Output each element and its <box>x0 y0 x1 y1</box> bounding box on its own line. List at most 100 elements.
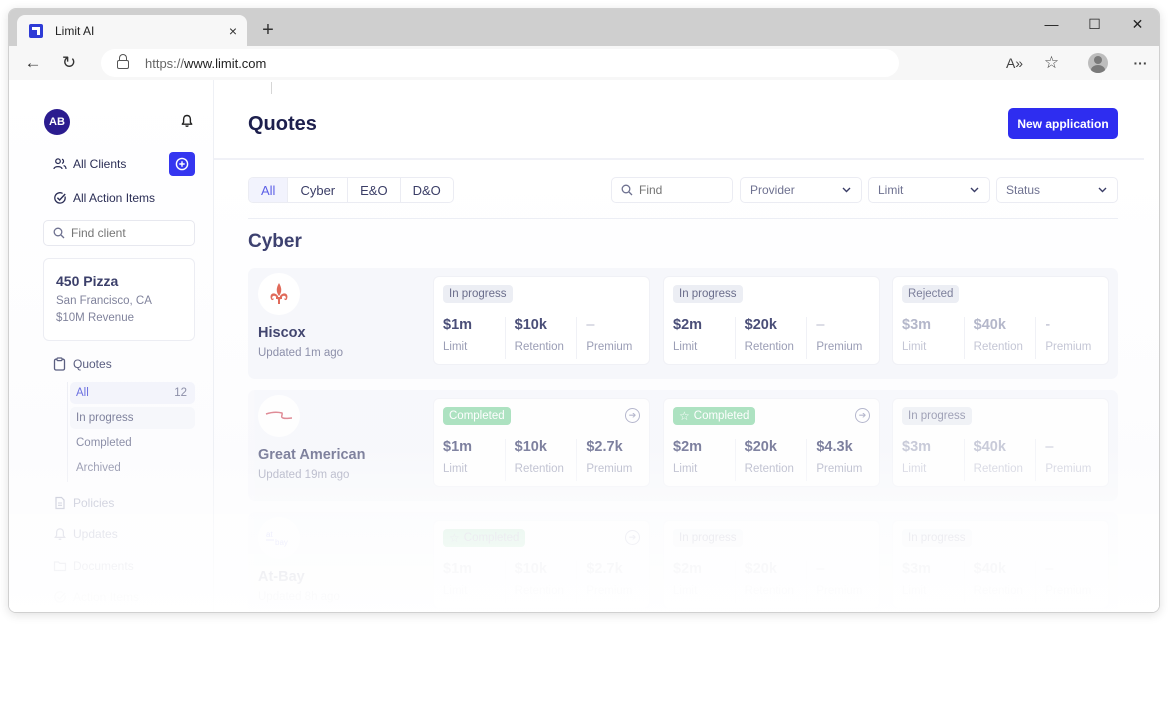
premium-label: Premium <box>1045 585 1092 597</box>
provider-name: Great American <box>258 447 366 463</box>
sidebar-item-updates[interactable]: Updates <box>53 527 118 541</box>
metric-limit: $1m Limit <box>434 439 506 481</box>
metric-retention: $40k Retention <box>965 439 1037 481</box>
limit-label: Limit <box>902 341 927 353</box>
header-divider <box>214 158 1144 160</box>
provider-dropdown-label: Provider <box>750 183 795 197</box>
back-button[interactable]: ← <box>15 53 51 73</box>
chevron-down-icon <box>842 187 851 193</box>
more-options-icon[interactable]: ··· <box>1122 55 1159 71</box>
subnav-item-all[interactable]: All 12 <box>70 382 195 404</box>
quote-card[interactable]: In progress $2m Limit $20k Retention – Premium <box>663 520 880 609</box>
action-items-label: Action Items <box>73 590 140 604</box>
url-field[interactable]: https://www.limit.com <box>101 49 899 77</box>
find-field[interactable] <box>611 177 733 203</box>
premium-label: Premium <box>816 341 863 353</box>
quote-card[interactable]: ☆ Completed ➔ $1m Limit $10k Retention $2.7k Pre… <box>433 520 650 609</box>
notifications-bell-icon[interactable] <box>181 114 193 128</box>
arrow-right-circle-icon[interactable]: ➔ <box>625 530 640 545</box>
bell-icon <box>54 528 66 540</box>
metric-limit: $2m Limit <box>664 317 736 359</box>
address-bar: ← ↻ https://www.limit.com A» ☆ ··· <box>9 46 1159 80</box>
read-aloud-icon[interactable]: A» <box>996 55 1033 71</box>
client-card[interactable]: 450 Pizza San Francisco, CA $10M Revenue <box>43 258 195 341</box>
favorite-star-icon[interactable]: ☆ <box>1033 53 1070 73</box>
quote-metrics: $1m Limit $10k Retention $2.7k Premium <box>434 439 649 481</box>
client-location: San Francisco, CA <box>56 295 152 307</box>
metric-retention: $20k Retention <box>736 439 808 481</box>
users-icon <box>53 158 67 170</box>
status-dropdown[interactable]: Status <box>996 177 1118 203</box>
reload-button[interactable]: ↻ <box>51 53 87 73</box>
at-bay-logo-icon: atbay <box>266 530 288 547</box>
retention-value: $20k <box>744 439 777 455</box>
quote-card[interactable]: Completed ➔ $1m Limit $10k Retention $2.7k Prem… <box>433 398 650 487</box>
provider-name: At-Bay <box>258 569 305 585</box>
tab-eo[interactable]: E&O <box>348 178 401 202</box>
provider-info: Hiscox Updated 1m ago <box>258 273 428 373</box>
close-tab-icon[interactable]: × <box>229 23 237 39</box>
tab-all[interactable]: All <box>249 178 289 202</box>
sidebar-item-quotes[interactable]: Quotes <box>53 357 112 371</box>
retention-value: $20k <box>744 561 777 577</box>
status-badge: ☆ Completed <box>673 407 756 425</box>
metric-retention: $10k Retention <box>506 439 578 481</box>
quote-card[interactable]: In progress $3m Limit $40k Retention – Premium <box>892 520 1109 609</box>
limit-value: $1m <box>443 439 473 455</box>
premium-label: Premium <box>1045 341 1092 353</box>
limit-label: Limit <box>673 463 698 475</box>
provider-info: Great American Updated 19m ago <box>258 395 428 495</box>
add-client-button[interactable] <box>169 152 195 176</box>
metric-premium: – Premium <box>807 561 879 603</box>
quote-card[interactable]: In progress $1m Limit $10k Retention – Premium <box>433 276 650 365</box>
retention-value: $10k <box>514 561 547 577</box>
subnav-item-archived[interactable]: Archived <box>70 457 195 479</box>
provider-updated: Updated 1m ago <box>258 347 344 359</box>
limit-dropdown[interactable]: Limit <box>868 177 990 203</box>
retention-label: Retention <box>973 341 1023 353</box>
quote-card[interactable]: ☆ Completed ➔ $2m Limit $20k Retention $4.3k Pre… <box>663 398 880 487</box>
arrow-right-circle-icon[interactable]: ➔ <box>625 408 640 423</box>
quote-card[interactable]: Rejected $3m Limit $40k Retention - Premium <box>892 276 1109 365</box>
limit-value: $2m <box>673 561 703 577</box>
window-controls: — ☐ ✕ <box>1030 9 1159 39</box>
limit-label: Limit <box>673 341 698 353</box>
quote-card[interactable]: In progress $3m Limit $40k Retention – Premium <box>892 398 1109 487</box>
find-client-input[interactable] <box>71 226 181 240</box>
provider-row[interactable]: at bay At-Bay Updated 8h ago ☆ Completed ➔ $1m L… <box>248 512 1118 612</box>
updates-label: Updates <box>73 527 118 541</box>
search-icon <box>621 184 633 196</box>
maximize-button[interactable]: ☐ <box>1073 16 1116 33</box>
sidebar-item-documents[interactable]: Documents <box>53 559 134 573</box>
close-window-button[interactable]: ✕ <box>1116 16 1159 33</box>
minimize-button[interactable]: — <box>1030 16 1073 32</box>
browser-tab[interactable]: Limit AI × <box>17 15 247 46</box>
subnav-item-completed[interactable]: Completed <box>70 432 195 454</box>
provider-row[interactable]: Hiscox Updated 1m ago In progress $1m Limit $… <box>248 268 1118 379</box>
limit-value: $1m <box>443 317 473 333</box>
user-avatar[interactable]: AB <box>44 109 70 135</box>
quote-card[interactable]: In progress $2m Limit $20k Retention – Premium <box>663 276 880 365</box>
new-application-button[interactable]: New application <box>1008 108 1118 139</box>
lock-icon <box>117 54 129 69</box>
provider-dropdown[interactable]: Provider <box>740 177 862 203</box>
provider-row[interactable]: Great American Updated 19m ago Completed ➔ $… <box>248 390 1118 501</box>
limit-label: Limit <box>443 341 468 353</box>
profile-avatar-icon[interactable] <box>1088 53 1108 73</box>
provider-logo <box>258 395 300 437</box>
subnav-item-in-progress[interactable]: In progress <box>70 407 195 429</box>
quote-metrics: $2m Limit $20k Retention $4.3k Premium <box>664 439 879 481</box>
status-badge: In progress <box>902 529 972 547</box>
all-clients-link[interactable]: All Clients <box>53 157 126 171</box>
retention-value: $20k <box>744 317 777 333</box>
find-input[interactable] <box>639 183 729 197</box>
all-action-items-link[interactable]: All Action Items <box>53 191 155 205</box>
sidebar-item-action-items[interactable]: Action Items <box>53 590 139 604</box>
tab-do[interactable]: D&O <box>401 178 453 202</box>
find-client-field[interactable] <box>43 220 195 246</box>
arrow-right-circle-icon[interactable]: ➔ <box>855 408 870 423</box>
subnav-label: In progress <box>76 412 134 424</box>
sidebar-item-policies[interactable]: Policies <box>53 496 114 510</box>
new-tab-button[interactable]: + <box>255 17 281 43</box>
tab-cyber[interactable]: Cyber <box>288 178 349 202</box>
